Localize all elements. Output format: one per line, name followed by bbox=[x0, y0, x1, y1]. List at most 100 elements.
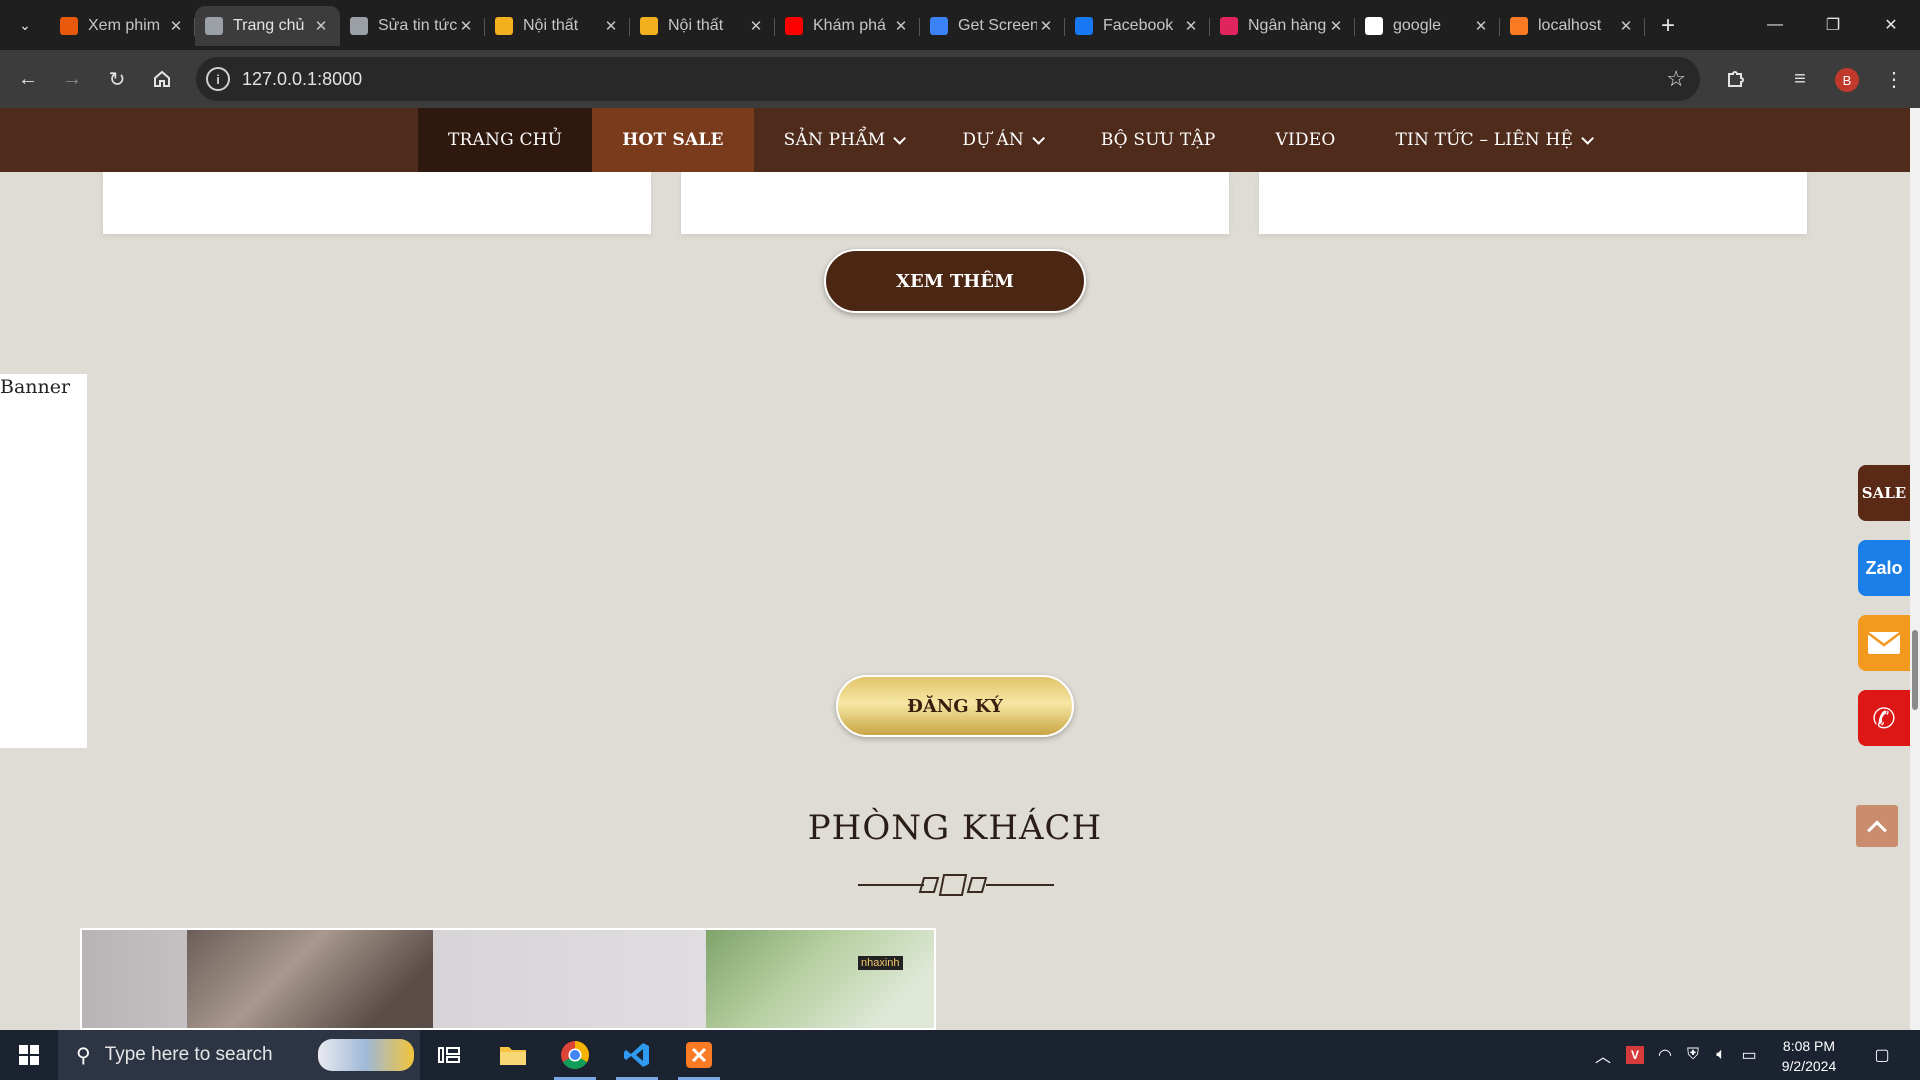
restore-button[interactable]: ❐ bbox=[1804, 0, 1862, 50]
minimize-button[interactable]: — bbox=[1746, 0, 1804, 50]
nav-item[interactable]: TIN TỨC – LIÊN HỆ bbox=[1365, 108, 1620, 172]
puzzle-icon bbox=[1728, 71, 1744, 87]
back-button[interactable]: ← bbox=[10, 61, 46, 97]
search-icon: ⚲ bbox=[76, 1044, 91, 1067]
banner-image[interactable]: Banner bbox=[0, 374, 87, 748]
forward-button[interactable]: → bbox=[54, 61, 90, 97]
tab-title: Xem phim bbox=[88, 17, 161, 34]
bookmark-star-icon[interactable]: ☆ bbox=[1666, 66, 1686, 92]
wifi-icon[interactable]: ◠ bbox=[1652, 1030, 1678, 1080]
browser-tab[interactable]: localhost ✕ bbox=[1500, 6, 1645, 46]
close-tab-icon[interactable]: ✕ bbox=[167, 17, 185, 35]
phone-float-button[interactable]: ✆ bbox=[1858, 690, 1910, 746]
chevron-down-icon bbox=[893, 131, 907, 145]
system-clock[interactable]: 8:08 PM 9/2/2024 bbox=[1764, 1036, 1854, 1076]
close-tab-icon[interactable]: ✕ bbox=[892, 17, 910, 35]
tray-app-icon[interactable]: V bbox=[1622, 1030, 1648, 1080]
close-tab-icon[interactable]: ✕ bbox=[312, 17, 330, 35]
site-info-icon[interactable]: i bbox=[206, 67, 230, 91]
notification-center-button[interactable]: ▢ bbox=[1862, 1030, 1902, 1080]
watermark-logo: nhaxinh bbox=[858, 956, 903, 970]
nav-item[interactable]: SẢN PHẨM bbox=[754, 108, 933, 172]
register-button[interactable]: ĐĂNG KÝ bbox=[836, 675, 1074, 737]
chrome-app[interactable] bbox=[546, 1030, 604, 1080]
close-window-button[interactable]: ✕ bbox=[1862, 0, 1920, 50]
browser-tab[interactable]: Facebook ✕ bbox=[1065, 6, 1210, 46]
tab-list: Xem phim ✕ Trang chủ ✕ Sửa tin tức ✕ Nội thất ✕… bbox=[50, 6, 1685, 50]
tab-title: Nội thất bbox=[668, 17, 724, 34]
nav-item[interactable]: HOT SALE bbox=[592, 108, 754, 172]
living-room-image[interactable]: nhaxinh bbox=[80, 928, 936, 1030]
browser-tab[interactable]: Get Screenshot✕ bbox=[920, 6, 1065, 46]
scrollbar-thumb[interactable] bbox=[1912, 630, 1918, 710]
youtube-icon bbox=[785, 17, 803, 35]
browser-toolbar: ← → ↻ i 127.0.0.1:8000 ☆ ≡ B ⋮ bbox=[0, 50, 1920, 108]
new-tab-button[interactable]: + bbox=[1651, 9, 1685, 43]
battery-icon[interactable]: ▭ bbox=[1736, 1030, 1762, 1080]
browser-tab[interactable]: Ngân hàng ✕ bbox=[1210, 6, 1355, 46]
email-float-button[interactable] bbox=[1858, 615, 1910, 671]
xampp-app[interactable] bbox=[670, 1030, 728, 1080]
start-button[interactable] bbox=[0, 1030, 58, 1080]
close-tab-icon[interactable]: ✕ bbox=[1617, 17, 1635, 35]
close-tab-icon[interactable]: ✕ bbox=[1037, 17, 1055, 35]
profile-avatar[interactable]: B bbox=[1835, 68, 1859, 92]
taskbar-search[interactable]: ⚲ Type here to search bbox=[58, 1030, 420, 1080]
back-to-top-button[interactable] bbox=[1856, 805, 1898, 847]
close-tab-icon[interactable]: ✕ bbox=[1472, 17, 1490, 35]
task-view-button[interactable] bbox=[420, 1030, 478, 1080]
nav-item-label: SẢN PHẨM bbox=[783, 130, 886, 150]
tab-title: google bbox=[1393, 17, 1442, 34]
extensions-button[interactable] bbox=[1718, 61, 1754, 97]
chevron-up-icon: ︿ bbox=[1594, 1049, 1611, 1066]
home-button[interactable] bbox=[144, 61, 180, 97]
file-explorer-app[interactable] bbox=[484, 1030, 542, 1080]
media-control-button[interactable]: ≡ bbox=[1782, 61, 1818, 97]
browser-tab[interactable]: Sửa tin tức ✕ bbox=[340, 6, 485, 46]
browser-tab[interactable]: Nội thất ✕ bbox=[630, 6, 775, 46]
zalo-float-button[interactable]: Zalo bbox=[1858, 540, 1910, 596]
browser-menu-button[interactable]: ⋮ bbox=[1876, 61, 1912, 97]
browser-tab[interactable]: Nội thất ✕ bbox=[485, 6, 630, 46]
vscode-app[interactable] bbox=[608, 1030, 666, 1080]
home-icon bbox=[154, 70, 170, 87]
browser-tab[interactable]: google ✕ bbox=[1355, 6, 1500, 46]
security-shield-icon[interactable]: ⛨ bbox=[1680, 1030, 1706, 1080]
nav-item[interactable]: TRANG CHỦ bbox=[418, 108, 593, 172]
arrow-left-icon: ← bbox=[18, 67, 38, 90]
tab-title: Trang chủ bbox=[233, 17, 305, 34]
close-tab-icon[interactable]: ✕ bbox=[602, 17, 620, 35]
e-icon bbox=[1220, 17, 1238, 35]
sale-float-button[interactable]: SALE bbox=[1858, 465, 1910, 521]
product-card[interactable] bbox=[103, 172, 651, 234]
tab-title: localhost bbox=[1538, 17, 1602, 34]
facebook-icon bbox=[1075, 17, 1093, 35]
v-app-icon: V bbox=[1626, 1046, 1644, 1064]
product-card[interactable] bbox=[681, 172, 1229, 234]
show-hidden-icons-button[interactable]: ︿ bbox=[1590, 1030, 1616, 1080]
close-tab-icon[interactable]: ✕ bbox=[457, 17, 475, 35]
phone-icon: ✆ bbox=[1872, 702, 1896, 734]
browser-tab[interactable]: Xem phim ✕ bbox=[50, 6, 195, 46]
tab-search-button[interactable]: ⌄ bbox=[8, 8, 42, 42]
weather-widget[interactable] bbox=[318, 1039, 414, 1071]
address-bar[interactable]: i 127.0.0.1:8000 ☆ bbox=[196, 57, 1700, 101]
page-scrollbar[interactable] bbox=[1910, 108, 1920, 1030]
nav-item[interactable]: DỰ ÁN bbox=[932, 108, 1071, 172]
close-tab-icon[interactable]: ✕ bbox=[747, 17, 765, 35]
browser-tab[interactable]: Trang chủ ✕ bbox=[195, 6, 340, 46]
ornament-divider bbox=[858, 874, 1054, 896]
product-card[interactable] bbox=[1259, 172, 1807, 234]
nav-item[interactable]: VIDEO bbox=[1246, 108, 1366, 172]
volume-icon[interactable]: 🔈︎ bbox=[1708, 1030, 1734, 1080]
nav-item-label: BỘ SƯU TẬP bbox=[1100, 130, 1216, 150]
see-more-button[interactable]: XEM THÊM bbox=[824, 249, 1086, 313]
close-tab-icon[interactable]: ✕ bbox=[1327, 17, 1345, 35]
clock-date: 9/2/2024 bbox=[1781, 1058, 1837, 1074]
nav-item[interactable]: BỘ SƯU TẬP bbox=[1071, 108, 1246, 172]
browser-tab[interactable]: Khám phá ✕ bbox=[775, 6, 920, 46]
xampp-icon bbox=[686, 1042, 712, 1068]
chevron-down-icon bbox=[1032, 131, 1045, 145]
reload-button[interactable]: ↻ bbox=[99, 61, 135, 97]
close-tab-icon[interactable]: ✕ bbox=[1182, 17, 1200, 35]
